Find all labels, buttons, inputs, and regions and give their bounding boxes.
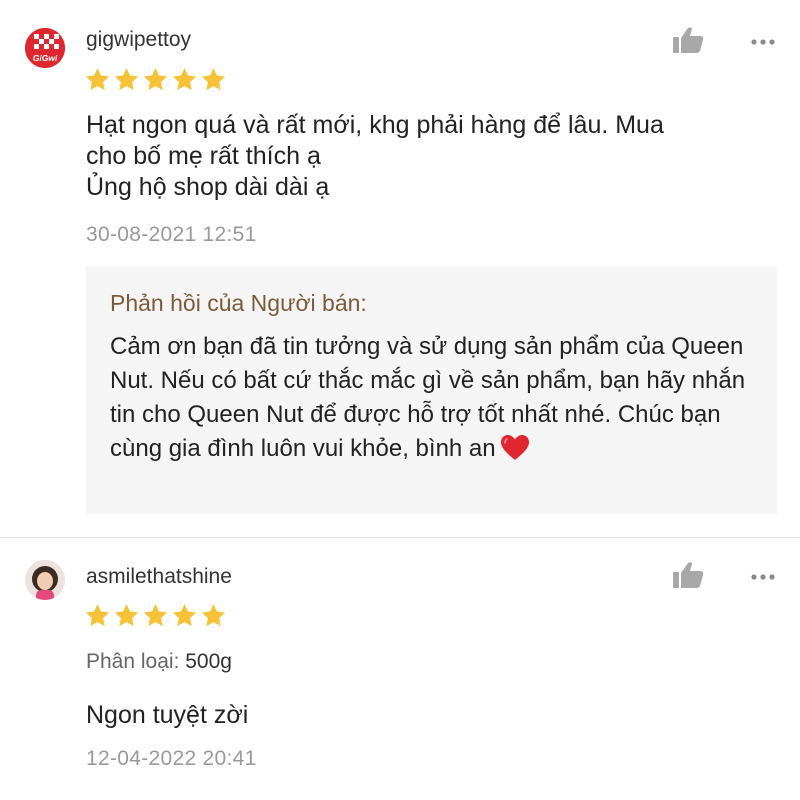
review-comment: Hạt ngon quá và rất mới, khg phải hàng đ… xyxy=(86,111,664,201)
star-icon xyxy=(172,68,197,91)
variant-value: 500g xyxy=(185,650,232,673)
avatar[interactable]: GiGwi xyxy=(25,28,65,68)
heart-icon xyxy=(500,435,529,460)
review-timestamp: 30-08-2021 12:51 xyxy=(86,223,257,246)
star-icon xyxy=(172,604,197,627)
avatar-photo xyxy=(25,560,65,600)
rating-stars xyxy=(84,66,227,94)
star-icon xyxy=(201,604,226,627)
product-variant: Phân loại: 500g xyxy=(86,650,232,674)
star-icon xyxy=(114,604,139,627)
review-timestamp: 12-04-2022 20:41 xyxy=(86,747,257,770)
variant-label: Phân loại: xyxy=(86,650,180,673)
star-icon xyxy=(201,68,226,91)
username[interactable]: asmilethatshine xyxy=(86,565,232,589)
more-dots-icon[interactable] xyxy=(750,572,776,582)
seller-reply-text: Cảm ơn bạn đã tin tưởng và sử dụng sản p… xyxy=(110,330,770,466)
seller-reply-body: Cảm ơn bạn đã tin tưởng và sử dụng sản p… xyxy=(110,333,746,462)
thumbs-up-icon[interactable] xyxy=(671,25,705,55)
seller-reply: Phản hồi của Người bán: Cảm ơn bạn đã ti… xyxy=(86,266,777,514)
review-item: asmilethatshine Phân loại: 500g Ngon tuy… xyxy=(0,538,800,800)
rating-stars xyxy=(84,602,227,630)
thumbs-up-icon[interactable] xyxy=(671,560,705,590)
star-icon xyxy=(143,604,168,627)
star-icon xyxy=(85,68,110,91)
svg-text:GiGwi: GiGwi xyxy=(33,53,58,63)
star-icon xyxy=(143,68,168,91)
review-item: GiGwi gigwipettoy Hạt ngon quá và rất mớ… xyxy=(0,0,800,537)
star-icon xyxy=(114,68,139,91)
avatar[interactable] xyxy=(25,560,65,600)
star-icon xyxy=(85,604,110,627)
more-dots-icon[interactable] xyxy=(750,37,776,47)
review-comment: Ngon tuyệt zời xyxy=(86,701,249,729)
gigwi-logo: GiGwi xyxy=(25,28,65,68)
username[interactable]: gigwipettoy xyxy=(86,28,191,52)
seller-reply-title: Phản hồi của Người bán: xyxy=(110,290,367,316)
